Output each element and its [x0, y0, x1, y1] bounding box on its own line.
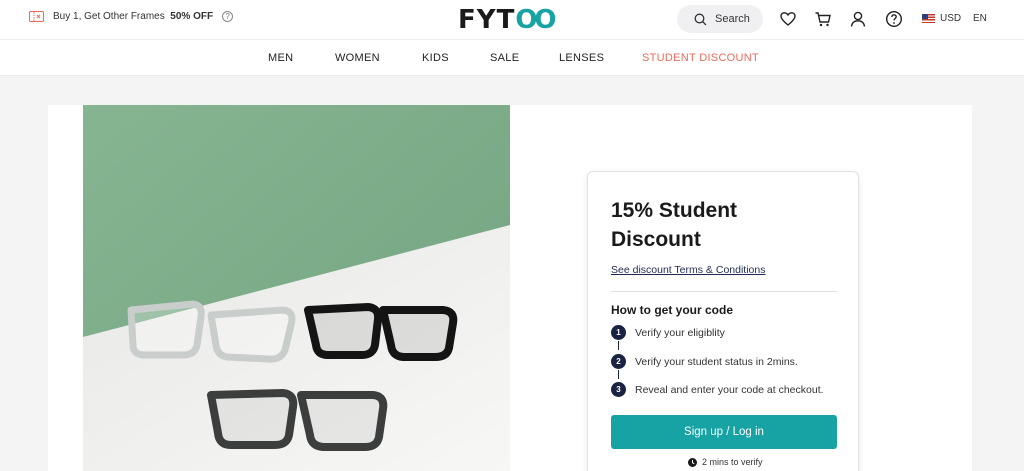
- divider: [611, 291, 837, 292]
- verify-time-note: 2 mins to verify: [688, 457, 763, 467]
- currency-selector[interactable]: USD: [922, 13, 961, 24]
- category-nav: MEN WOMEN KIDS SALE LENSES STUDENT DISCO…: [0, 40, 1024, 76]
- coupon-icon: [29, 11, 44, 22]
- help-icon[interactable]: [885, 10, 903, 28]
- promo-text: Buy 1, Get Other Frames: [53, 11, 165, 22]
- step-text: Verify your eligiblity: [635, 326, 725, 339]
- us-flag-icon: [922, 14, 935, 23]
- nav-men[interactable]: MEN: [268, 52, 293, 64]
- nav-kids[interactable]: KIDS: [422, 52, 449, 64]
- fytoo-logo[interactable]: FYTOO: [458, 5, 557, 35]
- card-title: 15% Student Discount: [611, 199, 738, 251]
- account-user-icon[interactable]: [849, 10, 867, 28]
- step-item: 3 Reveal and enter your code at checkout…: [611, 382, 824, 397]
- terms-conditions-link[interactable]: See discount Terms & Conditions: [611, 264, 765, 276]
- promo-banner[interactable]: Buy 1, Get Other Frames 50% OFF ?: [29, 11, 234, 22]
- student-discount-card: 15% Student Discount See discount Terms …: [587, 171, 859, 471]
- step-text: Reveal and enter your code at checkout.: [635, 383, 824, 396]
- step-number-badge: 2: [611, 354, 626, 369]
- step-text: Verify your student status in 2mins.: [635, 355, 798, 368]
- signup-login-button[interactable]: Sign up / Log in: [611, 415, 837, 449]
- language-selector[interactable]: EN: [973, 13, 987, 24]
- step-item: 2 Verify your student status in 2mins.: [611, 354, 798, 369]
- clock-icon: [688, 457, 697, 467]
- step-item: 1 Verify your eligiblity: [611, 325, 725, 340]
- search-button[interactable]: Search: [677, 5, 763, 33]
- step-number-badge: 1: [611, 325, 626, 340]
- step-connector: [618, 370, 619, 379]
- search-icon: [694, 13, 707, 25]
- promo-highlight: 50% OFF: [170, 11, 214, 22]
- nav-student-discount[interactable]: STUDENT DISCOUNT: [642, 52, 759, 64]
- top-bar: Buy 1, Get Other Frames 50% OFF ? FYTOO …: [0, 0, 1024, 40]
- nav-lenses[interactable]: LENSES: [559, 52, 604, 64]
- wishlist-heart-icon[interactable]: [779, 10, 797, 28]
- cart-icon[interactable]: [814, 10, 832, 28]
- help-circle-icon[interactable]: ?: [222, 11, 234, 22]
- nav-sale[interactable]: SALE: [490, 52, 519, 64]
- search-label: Search: [715, 13, 750, 25]
- step-number-badge: 3: [611, 382, 626, 397]
- nav-women[interactable]: WOMEN: [335, 52, 380, 64]
- step-connector: [618, 341, 619, 350]
- steps-heading: How to get your code: [611, 303, 734, 317]
- hero-image-eyeglasses: [83, 105, 510, 471]
- verify-note-text: 2 mins to verify: [702, 457, 763, 467]
- currency-label: USD: [940, 13, 962, 24]
